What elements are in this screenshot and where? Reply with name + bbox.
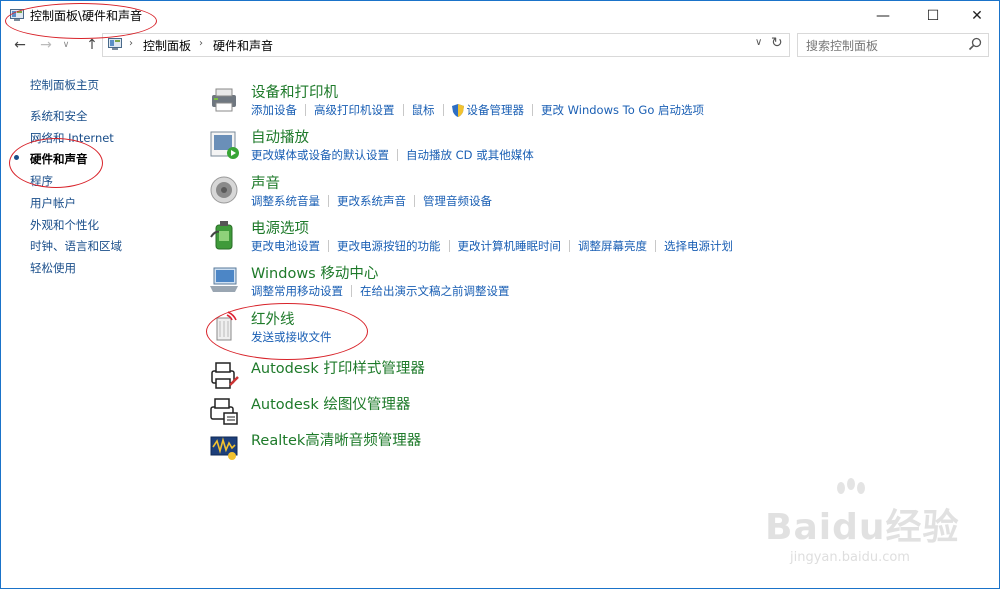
- minimize-button[interactable]: —: [860, 0, 906, 31]
- link-power-button[interactable]: 更改电源按钮的功能: [337, 238, 441, 254]
- link-autoplay-cd[interactable]: 自动播放 CD 或其他媒体: [406, 147, 534, 163]
- refresh-icon[interactable]: ↻: [771, 35, 783, 51]
- sidebar-item-clock-region[interactable]: 时钟、语言和区域: [30, 238, 122, 254]
- category-links: 发送或接收文件: [251, 329, 332, 345]
- sidebar-item-programs[interactable]: 程序: [30, 173, 53, 189]
- breadcrumb-separator[interactable]: ›: [129, 38, 133, 49]
- sidebar-item-hardware-sound[interactable]: 硬件和声音: [30, 151, 88, 167]
- category-title[interactable]: Windows 移动中心: [251, 262, 378, 283]
- category-title[interactable]: Autodesk 绘图仪管理器: [251, 393, 410, 414]
- link-brightness[interactable]: 调整屏幕亮度: [578, 238, 647, 254]
- mobility-center-icon: [210, 267, 238, 292]
- recent-locations-button[interactable]: ∨: [60, 35, 72, 55]
- search-icon[interactable]: [968, 37, 982, 51]
- sidebar-item-home[interactable]: 控制面板主页: [30, 77, 99, 93]
- sidebar-item-network[interactable]: 网络和 Internet: [30, 130, 114, 146]
- category-title[interactable]: 电源选项: [251, 217, 309, 238]
- search-placeholder: 搜索控制面板: [806, 39, 879, 53]
- link-sleep-time[interactable]: 更改计算机睡眠时间: [458, 238, 562, 254]
- address-bar[interactable]: › 控制面板 › 硬件和声音 ∨ ↻: [102, 33, 790, 57]
- category-links: 添加设备 高级打印机设置 鼠标 设备管理器 更改 Windows To Go 启…: [251, 102, 704, 118]
- back-button[interactable]: ←: [10, 35, 30, 55]
- link-change-default[interactable]: 更改媒体或设备的默认设置: [251, 147, 389, 163]
- link-manage-audio[interactable]: 管理音频设备: [423, 193, 492, 209]
- baidu-watermark: Baidu经验 jingyan.baidu.com: [745, 478, 975, 578]
- sidebar-item-system-security[interactable]: 系统和安全: [30, 108, 88, 124]
- category-links: 调整常用移动设置 在给出演示文稿之前调整设置: [251, 283, 510, 299]
- link-mouse[interactable]: 鼠标: [412, 102, 435, 118]
- chevron-down-icon[interactable]: ∨: [755, 37, 762, 48]
- sidebar-item-appearance[interactable]: 外观和个性化: [30, 217, 99, 233]
- category-links: 调整系统音量 更改系统声音 管理音频设备: [251, 193, 492, 209]
- link-adjust-volume[interactable]: 调整系统音量: [251, 193, 320, 209]
- power-options-icon: [210, 221, 233, 250]
- link-device-manager[interactable]: 设备管理器: [467, 102, 525, 118]
- infrared-icon: [216, 311, 237, 341]
- up-button[interactable]: ↑: [82, 35, 102, 55]
- category-links: 更改媒体或设备的默认设置 自动播放 CD 或其他媒体: [251, 147, 534, 163]
- category-title[interactable]: 红外线: [251, 308, 295, 329]
- navigation-bar: ← → ∨ ↑ › 控制面板 › 硬件和声音 ∨ ↻ 搜索控制面板: [0, 33, 1000, 57]
- category-title[interactable]: 自动播放: [251, 126, 309, 147]
- link-battery-settings[interactable]: 更改电池设置: [251, 238, 320, 254]
- autodesk-plot-style-icon: [211, 362, 239, 389]
- control-panel-icon: [10, 9, 24, 21]
- control-panel-icon: [108, 38, 122, 50]
- sidebar-item-user-accounts[interactable]: 用户帐户: [30, 195, 76, 211]
- forward-button[interactable]: →: [36, 35, 56, 55]
- link-send-receive-files[interactable]: 发送或接收文件: [251, 329, 332, 345]
- uac-shield-icon: [451, 103, 464, 117]
- paw-icon: [837, 478, 865, 494]
- watermark-text: Baidu经验: [765, 507, 960, 548]
- category-title[interactable]: Autodesk 打印样式管理器: [251, 357, 425, 378]
- category-title[interactable]: 声音: [251, 172, 280, 193]
- sidebar-item-ease-of-access[interactable]: 轻松使用: [30, 260, 76, 276]
- breadcrumb-hardware-sound[interactable]: 硬件和声音: [213, 37, 273, 54]
- link-change-sounds[interactable]: 更改系统声音: [337, 193, 406, 209]
- window-title: 控制面板\硬件和声音: [30, 9, 143, 23]
- realtek-audio-icon: [210, 436, 238, 460]
- title-bar: 控制面板\硬件和声音 — ☐ ✕: [0, 0, 1000, 31]
- breadcrumb-separator[interactable]: ›: [199, 38, 203, 49]
- link-add-device[interactable]: 添加设备: [251, 102, 297, 118]
- link-presentation-settings[interactable]: 在给出演示文稿之前调整设置: [360, 283, 510, 299]
- breadcrumb-control-panel[interactable]: 控制面板: [143, 37, 191, 54]
- link-mobility-settings[interactable]: 调整常用移动设置: [251, 283, 343, 299]
- printer-icon: [212, 88, 236, 112]
- speaker-icon: [210, 176, 238, 204]
- link-advanced-printer[interactable]: 高级打印机设置: [314, 102, 395, 118]
- link-power-plan[interactable]: 选择电源计划: [664, 238, 733, 254]
- category-title[interactable]: 设备和打印机: [251, 81, 338, 102]
- category-links: 更改电池设置 更改电源按钮的功能 更改计算机睡眠时间 调整屏幕亮度 选择电源计划: [251, 238, 733, 254]
- category-title[interactable]: Realtek高清晰音频管理器: [251, 429, 421, 450]
- autoplay-icon: [210, 131, 239, 159]
- maximize-button[interactable]: ☐: [910, 0, 956, 31]
- close-button[interactable]: ✕: [954, 0, 1000, 31]
- active-bullet: [14, 155, 19, 160]
- search-input[interactable]: 搜索控制面板: [797, 33, 989, 57]
- link-windows-to-go[interactable]: 更改 Windows To Go 启动选项: [541, 102, 704, 118]
- watermark-url: jingyan.baidu.com: [790, 550, 910, 565]
- autodesk-plotter-icon: [210, 398, 238, 425]
